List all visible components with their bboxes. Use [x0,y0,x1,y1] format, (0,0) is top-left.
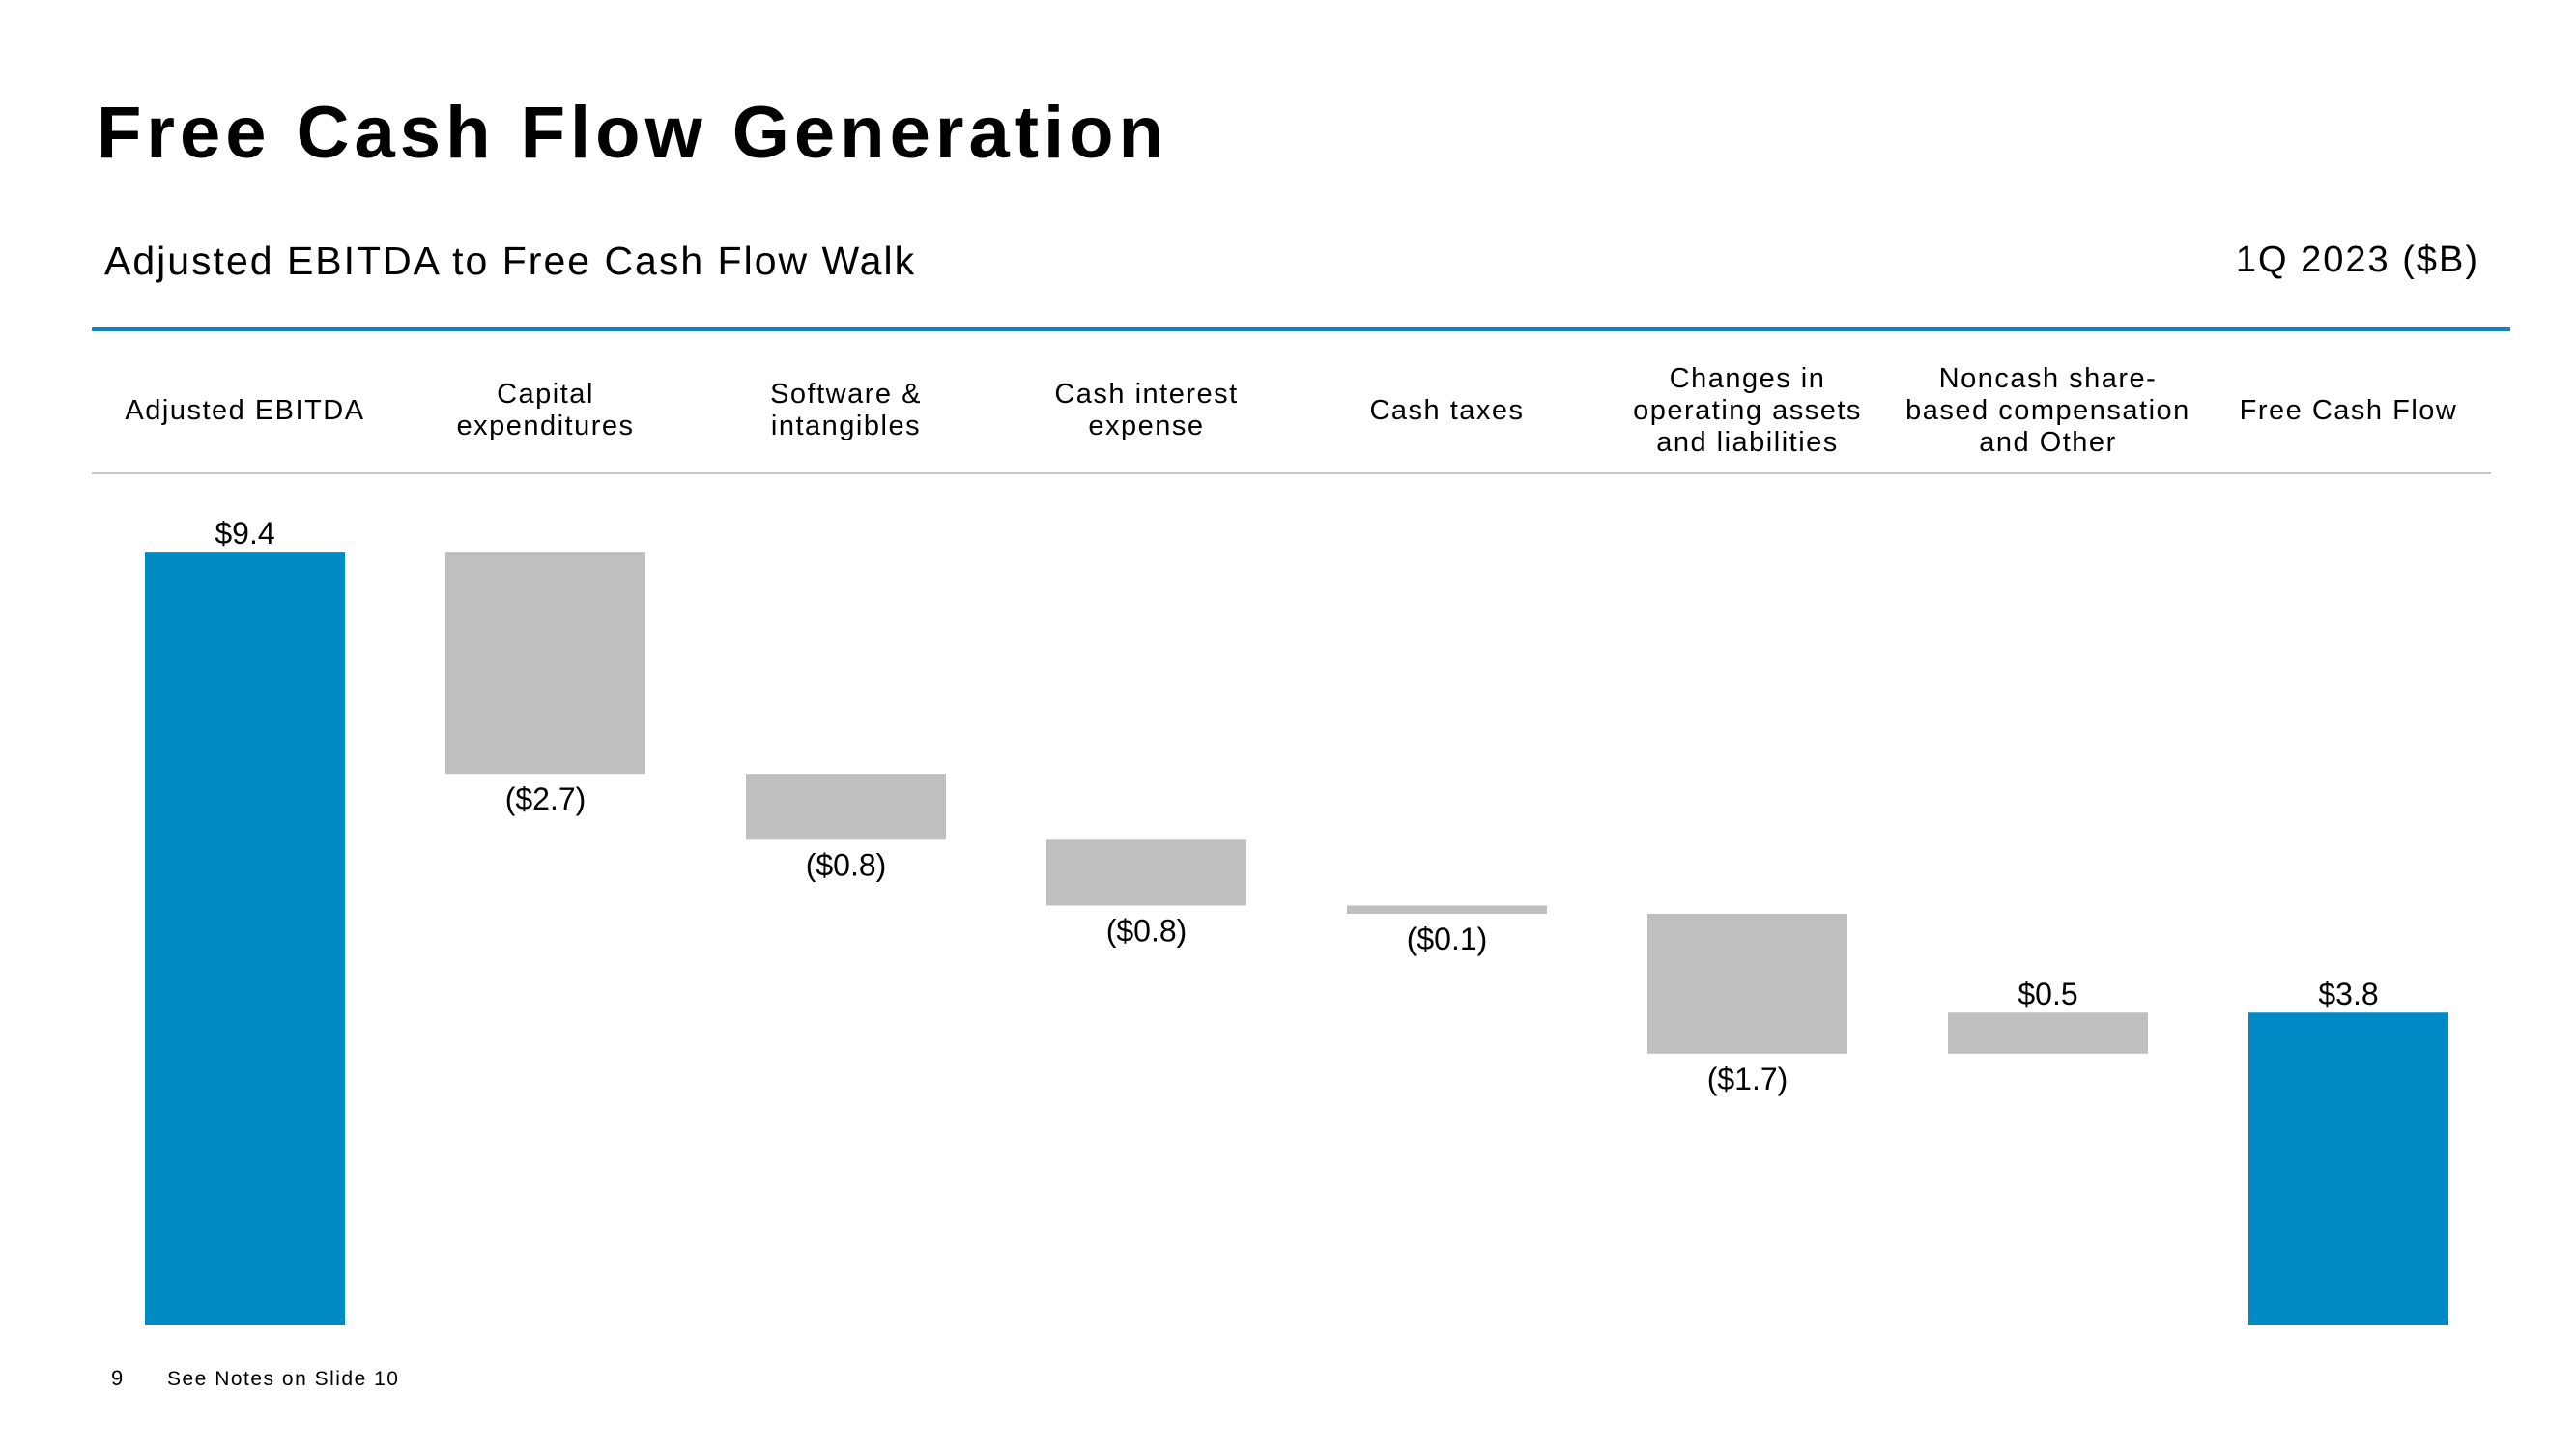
total-bar [2248,1012,2448,1325]
delta-bar [1046,839,1246,906]
delta-bar [445,552,645,775]
delta-bar [746,774,946,840]
data-label: $9.4 [215,516,274,551]
delta-bar [1347,905,1547,914]
data-label: ($0.8) [1106,913,1188,948]
delta-bar [1647,914,1847,1054]
delta-bar [1948,1012,2148,1054]
data-label: ($0.1) [1407,922,1488,956]
data-label: $0.5 [2018,977,2077,1011]
footnote: See Notes on Slide 10 [167,1368,400,1390]
data-label: ($1.7) [1707,1062,1789,1096]
data-label: ($2.7) [505,781,587,816]
data-label: ($0.8) [806,847,887,882]
waterfall-chart: $9.4 ($2.7) ($0.8) ($0.8) ($0.1) ($1.7) $0.5 $3… [145,516,2448,1325]
page-number: 9 [111,1366,124,1390]
data-label: $3.8 [2318,977,2378,1011]
total-bar [145,552,345,1325]
